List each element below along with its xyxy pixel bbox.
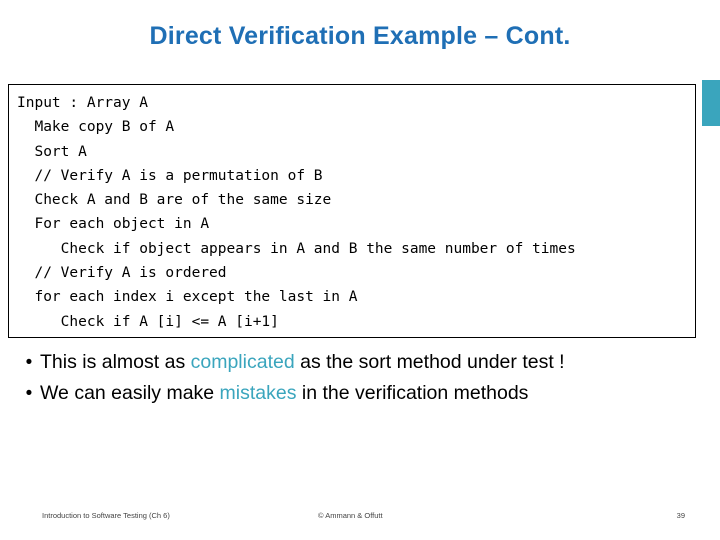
footer-page-number: 39 [676,511,685,520]
code-line: Input : Array A [17,95,148,111]
code-line: For each object in A [17,216,210,233]
footer-source: Introduction to Software Testing (Ch 6) [42,511,170,520]
code-block: Input : Array A Make copy B of A Sort A … [8,84,696,338]
slide: Direct Verification Example – Cont. Inpu… [0,0,720,540]
bullet-marker: • [25,352,33,373]
bullet-text-after: in the verification methods [296,382,529,404]
code-line: // Verify A is ordered [17,265,227,282]
bullet-text: We can easily make mistakes in the verif… [40,379,528,408]
accent-bar [702,80,720,126]
code-line: Check if A [i] <= A [i+1] [17,313,279,330]
bullet-list: • This is almost as complicated as the s… [18,348,698,410]
bullet-text: This is almost as complicated as the sor… [40,348,565,377]
list-item: • This is almost as complicated as the s… [18,348,698,377]
bullet-marker: • [25,383,33,404]
bullet-highlight: mistakes [219,382,297,404]
footer-copyright: © Ammann & Offutt [318,511,383,520]
bullet-highlight: complicated [190,351,295,373]
page-title: Direct Verification Example – Cont. [149,22,571,50]
code-line: Sort A [17,143,87,160]
code-line: // Verify A is a permutation of B [17,167,323,184]
footer: Introduction to Software Testing (Ch 6) … [0,511,720,523]
code-line: Check if object appears in A and B the s… [17,240,576,257]
code-line: Check A and B are of the same size [17,192,332,209]
bullet-text-after: as the sort method under test ! [294,351,565,373]
code-line: for each index i except the last in A [17,289,358,306]
list-item: • We can easily make mistakes in the ver… [18,379,698,408]
code-line: Make copy B of A [17,119,175,136]
bullet-text-before: This is almost as [40,351,191,373]
bullet-text-before: We can easily make [40,382,220,404]
